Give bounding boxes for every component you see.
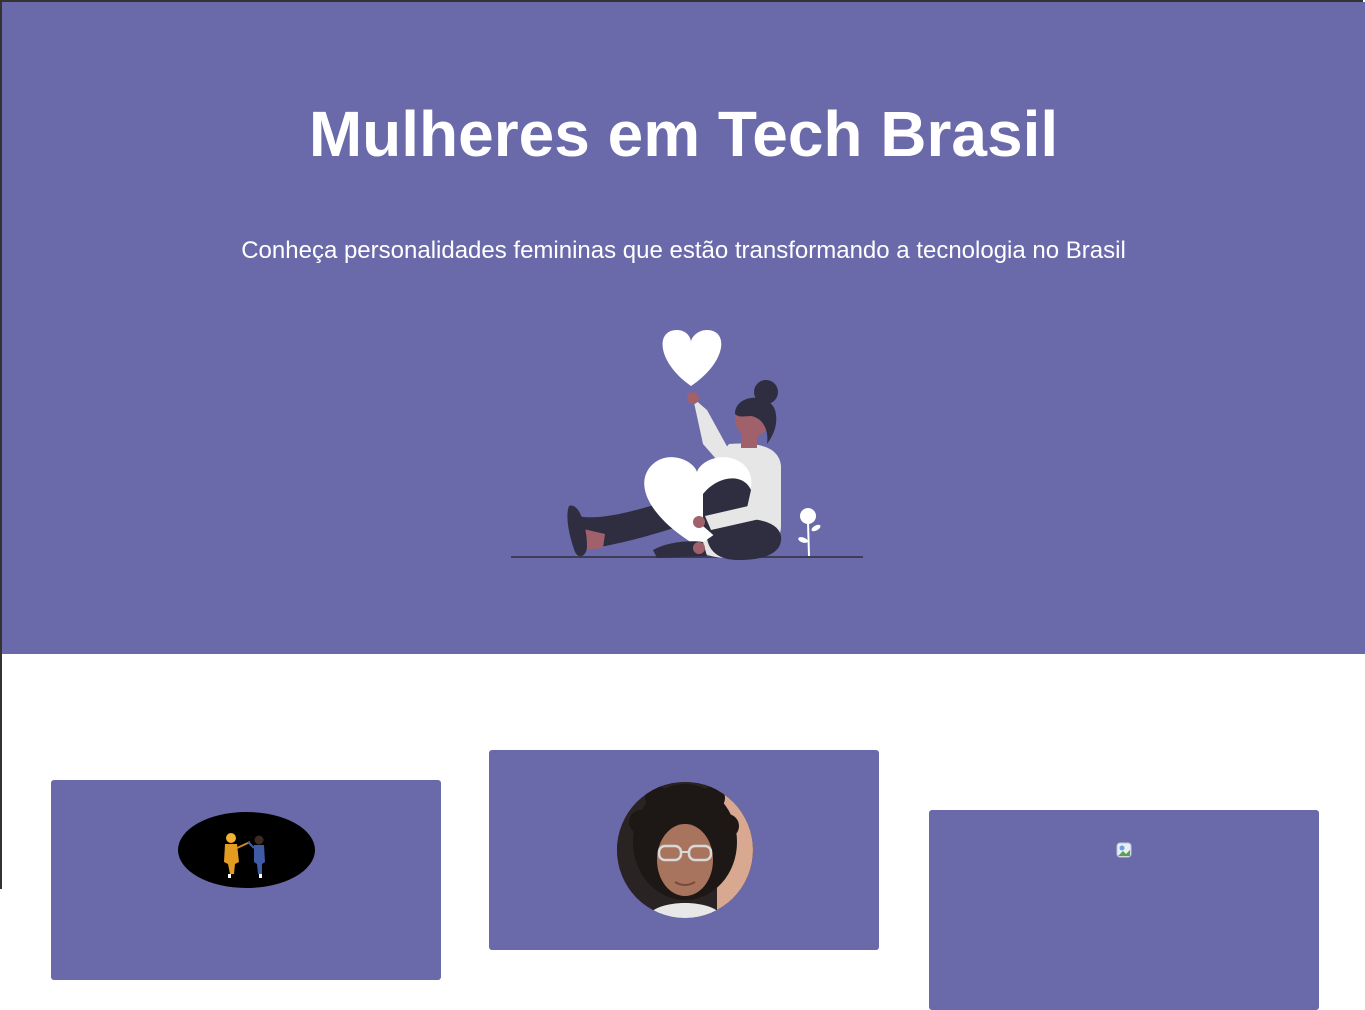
woman-sitting-with-hearts-illustration xyxy=(511,330,863,560)
hero-section: Mulheres em Tech Brasil Conheça personal… xyxy=(2,2,1365,654)
page-subtitle: Conheça personalidades femininas que est… xyxy=(241,237,1126,264)
page-title: Mulheres em Tech Brasil xyxy=(308,98,1059,170)
profile-card[interactable] xyxy=(489,750,879,950)
two-people-silhouette-image xyxy=(178,812,315,888)
profile-card[interactable] xyxy=(929,810,1319,1010)
broken-image-icon xyxy=(1116,842,1132,858)
woman-portrait-photo xyxy=(617,782,753,918)
profile-card[interactable] xyxy=(51,780,441,980)
